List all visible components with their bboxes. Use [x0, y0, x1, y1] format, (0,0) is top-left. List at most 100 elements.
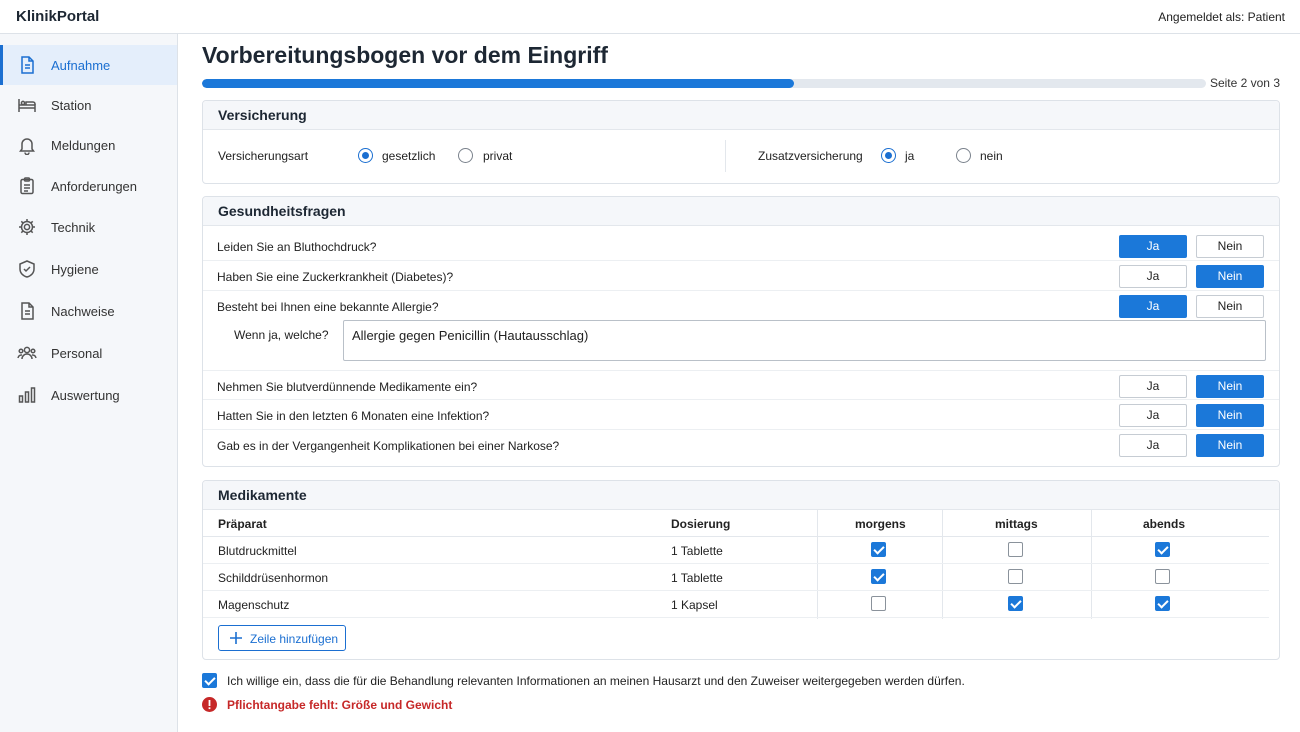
page-title: Vorbereitungsbogen vor dem Eingriff: [202, 42, 608, 68]
sidebar-item-meldungen[interactable]: Meldungen: [0, 125, 177, 165]
radio-gesetzlich-label[interactable]: gesetzlich: [382, 149, 435, 163]
sidebar-item-label: Personal: [51, 346, 103, 361]
praeparat-cell: Magenschutz: [218, 598, 290, 612]
versicherung-section: Versicherung Versicherungsart gesetzlich…: [202, 100, 1280, 184]
zusatzversicherung-label: Zusatzversicherung: [758, 149, 863, 163]
section-title: Medikamente: [218, 487, 307, 503]
dosierung-cell: 1 Tablette: [671, 571, 723, 585]
morgens-checkbox[interactable]: [871, 542, 886, 557]
versicherungsart-label: Versicherungsart: [218, 149, 309, 163]
mittags-checkbox[interactable]: [1008, 596, 1023, 611]
sidebar-item-label: Hygiene: [51, 262, 99, 277]
radio-privat[interactable]: [458, 148, 473, 163]
question-row: Gab es in der Vergangenheit Komplikation…: [203, 430, 1279, 460]
radio-zusatz-nein[interactable]: [956, 148, 971, 163]
section-title: Gesundheitsfragen: [218, 203, 346, 219]
question-row: Haben Sie eine Zuckerkrankheit (Diabetes…: [203, 261, 1279, 291]
answer-yes-button[interactable]: Ja: [1119, 434, 1187, 457]
sidebar-item-label: Station: [51, 98, 92, 113]
sidebar-item-station[interactable]: Station: [0, 85, 177, 125]
radio-gesetzlich[interactable]: [358, 148, 373, 163]
progress-bar: [202, 79, 1206, 88]
column-header: mittags: [995, 517, 1038, 531]
answer-no-button[interactable]: Nein: [1196, 375, 1264, 398]
question-row: Leiden Sie an Bluthochdruck? Ja Nein: [203, 231, 1279, 261]
answer-yes-button[interactable]: Ja: [1119, 375, 1187, 398]
abends-checkbox[interactable]: [1155, 569, 1170, 584]
answer-yes-button[interactable]: Ja: [1119, 404, 1187, 427]
radio-privat-label[interactable]: privat: [483, 149, 512, 163]
brand-logo[interactable]: KlinikPortal: [16, 8, 99, 25]
table-row: Magenschutz 1 Kapsel: [203, 591, 1269, 618]
allergy-textarea[interactable]: Allergie gegen Penicillin (Hautausschlag…: [343, 320, 1266, 361]
allergy-label: Wenn ja, welche?: [234, 328, 329, 342]
consent-text[interactable]: Ich willige ein, dass die für die Behand…: [227, 674, 965, 688]
sidebar-item-label: Technik: [51, 220, 96, 235]
medikamente-section: Medikamente Präparat Dosierung morgens m…: [202, 480, 1280, 660]
dosierung-cell: 1 Tablette: [671, 544, 723, 558]
sidebar-item-label: Anforderungen: [51, 179, 138, 194]
question-text: Leiden Sie an Bluthochdruck?: [217, 240, 377, 254]
answer-yes-button[interactable]: Ja: [1119, 295, 1187, 318]
column-header: abends: [1143, 517, 1186, 531]
bar-chart-icon: [17, 385, 37, 405]
sidebar-item-personal[interactable]: Personal: [0, 333, 177, 373]
answer-no-button[interactable]: Nein: [1196, 434, 1264, 457]
mittags-checkbox[interactable]: [1008, 569, 1023, 584]
add-row-button[interactable]: Zeile hinzufügen: [218, 625, 346, 651]
question-row: Besteht bei Ihnen eine bekannte Allergie…: [203, 291, 1279, 321]
morgens-checkbox[interactable]: [871, 569, 886, 584]
user-status: Angemeldet als: Patient: [1158, 10, 1285, 24]
sidebar-item-anforderungen[interactable]: Anforderungen: [0, 166, 177, 206]
question-text: Besteht bei Ihnen eine bekannte Allergie…: [217, 300, 439, 314]
top-bar: KlinikPortal Angemeldet als: Patient: [0, 0, 1300, 34]
mittags-checkbox[interactable]: [1008, 542, 1023, 557]
question-text: Haben Sie eine Zuckerkrankheit (Diabetes…: [217, 270, 454, 284]
abends-checkbox[interactable]: [1155, 542, 1170, 557]
abends-checkbox[interactable]: [1155, 596, 1170, 611]
progress-bar-fill: [202, 79, 795, 88]
question-text: Nehmen Sie blutverdünnende Medikamente e…: [217, 380, 478, 394]
sidebar-item-technik[interactable]: Technik: [0, 207, 177, 247]
consent-checkbox[interactable]: [202, 673, 217, 688]
answer-yes-button[interactable]: Ja: [1119, 265, 1187, 288]
clipboard-icon: [17, 176, 37, 196]
plus-icon: [229, 631, 243, 645]
dosierung-cell: 1 Kapsel: [671, 598, 718, 612]
section-title: Versicherung: [218, 107, 307, 123]
section-header: Versicherung: [203, 101, 1279, 130]
question-row: Nehmen Sie blutverdünnende Medikamente e…: [203, 370, 1279, 400]
question-row: Hatten Sie in den letzten 6 Monaten eine…: [203, 400, 1279, 430]
sidebar-item-hygiene[interactable]: Hygiene: [0, 249, 177, 289]
question-text: Gab es in der Vergangenheit Komplikation…: [217, 439, 560, 453]
divider: [725, 140, 726, 172]
radio-zusatz-ja[interactable]: [881, 148, 896, 163]
bell-icon: [17, 135, 37, 155]
sidebar-item-aufnahme[interactable]: Aufnahme: [0, 45, 177, 85]
answer-no-button[interactable]: Nein: [1196, 235, 1264, 258]
answer-no-button[interactable]: Nein: [1196, 404, 1264, 427]
sidebar-item-label: Aufnahme: [51, 58, 111, 73]
answer-no-button[interactable]: Nein: [1196, 265, 1264, 288]
answer-no-button[interactable]: Nein: [1196, 295, 1264, 318]
morgens-checkbox[interactable]: [871, 596, 886, 611]
table-row: Blutdruckmittel 1 Tablette: [203, 537, 1269, 564]
column-header: morgens: [855, 517, 906, 531]
document-icon: [17, 55, 37, 75]
question-text: Hatten Sie in den letzten 6 Monaten eine…: [217, 409, 490, 423]
answer-yes-button[interactable]: Ja: [1119, 235, 1187, 258]
column-header: Präparat: [218, 517, 267, 531]
sidebar-item-nachweise[interactable]: Nachweise: [0, 291, 177, 331]
sidebar-item-label: Meldungen: [51, 138, 116, 153]
error-icon: [202, 697, 217, 712]
gear-icon: [17, 217, 37, 237]
sidebar-item-label: Auswertung: [51, 388, 120, 403]
radio-zusatz-nein-label[interactable]: nein: [980, 149, 1003, 163]
file-icon: [17, 301, 37, 321]
radio-zusatz-ja-label[interactable]: ja: [905, 149, 914, 163]
page-indicator: Seite 2 von 3: [1209, 76, 1280, 90]
sidebar-item-auswertung[interactable]: Auswertung: [0, 375, 177, 415]
table-header: Präparat Dosierung morgens mittags abend…: [203, 510, 1269, 537]
gesundheitsfragen-section: Gesundheitsfragen Leiden Sie an Bluthoch…: [202, 196, 1280, 467]
sidebar-item-label: Nachweise: [51, 304, 115, 319]
